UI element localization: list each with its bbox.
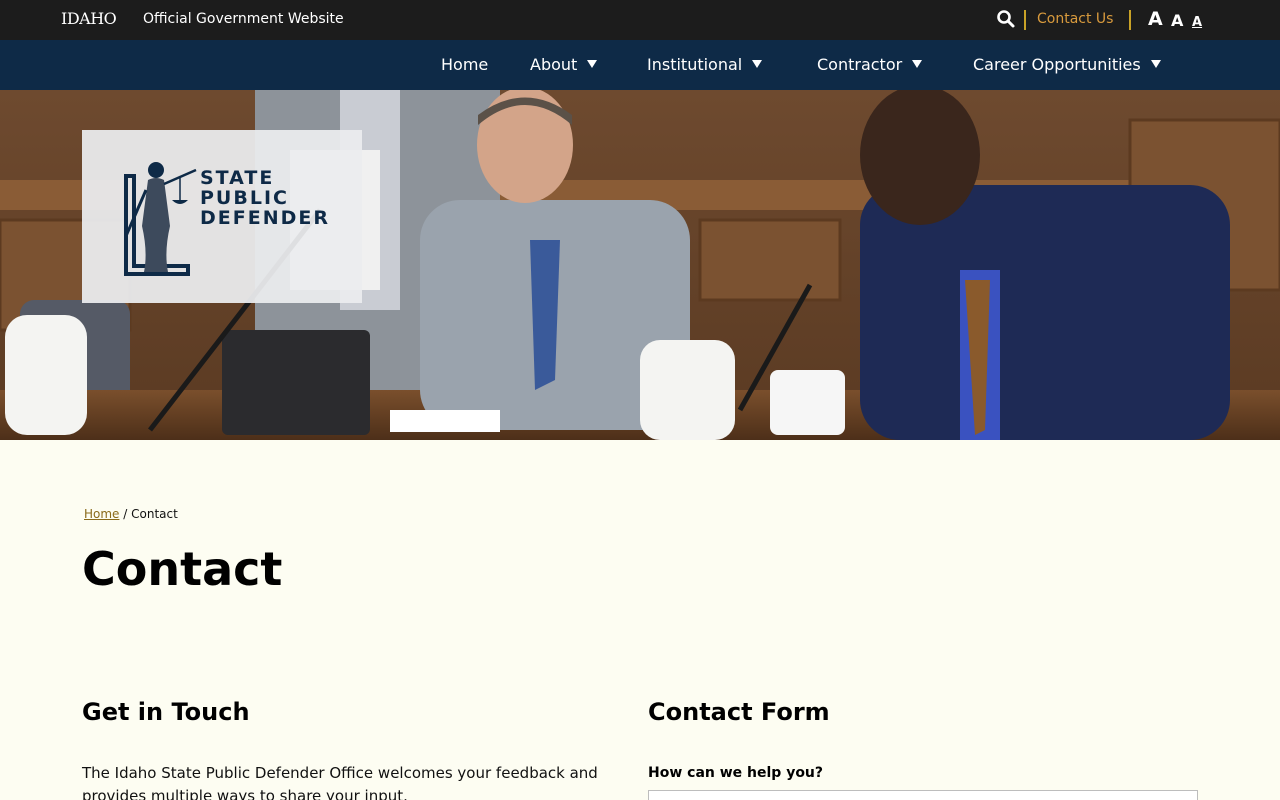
nav-item-about[interactable]: About — [530, 55, 598, 75]
nav-item-label: Institutional — [647, 55, 743, 74]
breadcrumb: Home / Contact — [84, 506, 178, 522]
nav-item-home[interactable]: Home — [441, 55, 488, 75]
help-field-label: How can we help you? — [648, 765, 824, 781]
caret-down-icon — [912, 60, 923, 68]
divider — [1129, 10, 1131, 30]
nav-item-label: About — [530, 55, 578, 74]
breadcrumb-home-link[interactable]: Home — [84, 507, 119, 521]
nav-item-label: Contractor — [817, 55, 903, 74]
utility-bar: IDAHO Official Government Website Contac… — [0, 0, 1280, 40]
divider — [1024, 10, 1026, 30]
caret-down-icon — [752, 60, 763, 68]
lady-justice-icon — [124, 162, 197, 276]
caret-down-icon — [1150, 60, 1161, 68]
breadcrumb-separator: / — [123, 507, 128, 521]
logo-line: PUBLIC — [200, 187, 289, 209]
logo-line: DEFENDER — [200, 207, 330, 229]
nav-item-institutional[interactable]: Institutional — [647, 55, 763, 75]
nav-item-label: Home — [441, 55, 489, 74]
hero-image: STATE PUBLIC DEFENDER — [0, 90, 1280, 440]
official-government-label: Official Government Website — [143, 11, 344, 27]
site-logo[interactable]: STATE PUBLIC DEFENDER — [82, 130, 362, 303]
idaho-logo[interactable]: IDAHO — [61, 9, 117, 29]
help-select-field[interactable] — [648, 790, 1198, 800]
caret-down-icon — [587, 60, 598, 68]
font-size-medium-button[interactable]: A — [1171, 10, 1183, 32]
nav-item-career-opportunities[interactable]: Career Opportunities — [973, 55, 1161, 75]
contact-form-heading: Contact Form — [648, 698, 830, 726]
nav-item-label: Career Opportunities — [973, 55, 1141, 74]
page-title: Contact — [82, 542, 283, 596]
contact-us-link[interactable]: Contact Us — [1037, 10, 1113, 28]
get-in-touch-text: The Idaho State Public Defender Office w… — [82, 764, 598, 800]
logo-line: STATE — [200, 167, 275, 189]
nav-item-contractor[interactable]: Contractor — [817, 55, 923, 75]
main-nav: Home About Institutional Contractor Care… — [0, 40, 1280, 90]
font-size-large-button[interactable]: A — [1148, 8, 1163, 30]
search-icon[interactable] — [996, 9, 1016, 29]
get-in-touch-heading: Get in Touch — [82, 698, 250, 726]
logo-wordmark: STATE PUBLIC DEFENDER — [200, 168, 330, 228]
breadcrumb-current: Contact — [131, 507, 178, 521]
font-size-small-button[interactable]: A — [1192, 12, 1202, 34]
